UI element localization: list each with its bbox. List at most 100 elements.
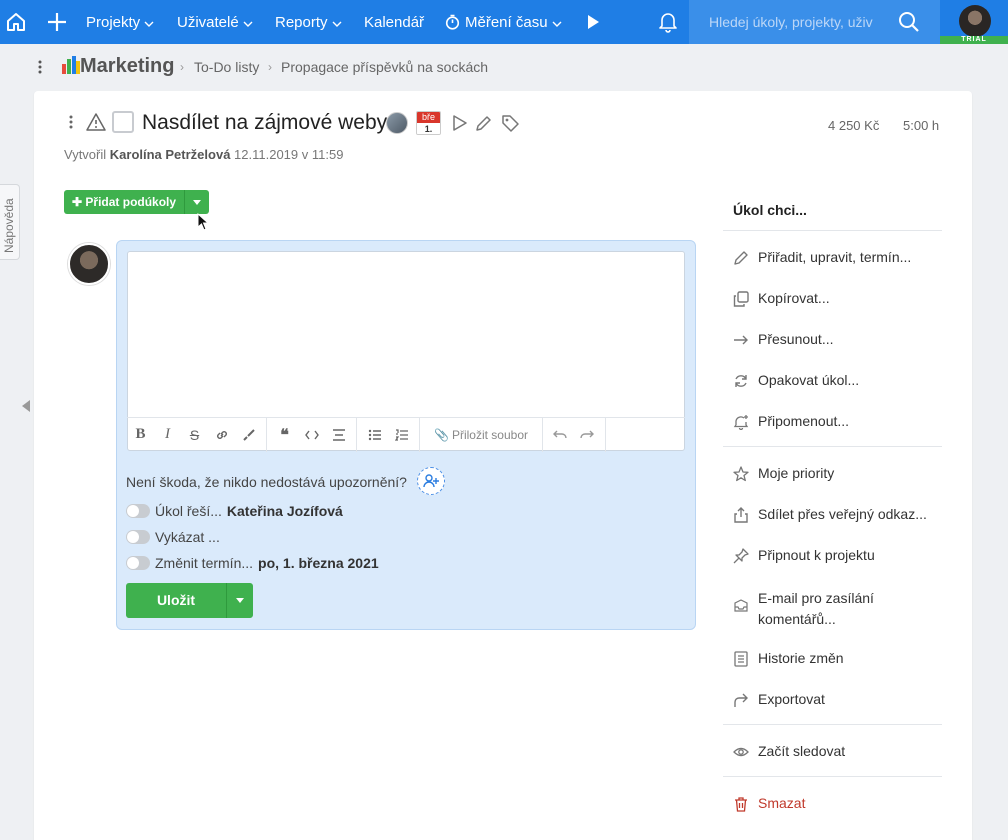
menu-pin[interactable]: Připnout k projektu <box>733 547 943 564</box>
menu-delete[interactable]: Smazat <box>733 795 943 812</box>
menu-assign-edit[interactable]: Přiřadit, upravit, termín... <box>733 249 943 266</box>
bell-plus-icon <box>733 414 749 431</box>
menu-follow[interactable]: Začít sledovat <box>733 743 943 760</box>
add-notify-user-icon[interactable] <box>417 467 445 495</box>
task-complete-checkbox[interactable] <box>112 111 134 133</box>
start-timer-icon[interactable] <box>452 114 468 135</box>
trash-icon <box>733 796 749 812</box>
created-info: Vytvořil Karolína Petrželová 12.11.2019 … <box>64 147 343 162</box>
search-input[interactable] <box>709 14 899 30</box>
nav-label: Měření času <box>465 13 548 31</box>
chevron-down-icon <box>243 14 253 31</box>
save-button[interactable]: Uložit <box>126 583 253 618</box>
menu-history[interactable]: Historie změn <box>733 650 943 667</box>
menu-export[interactable]: Exportovat <box>733 691 943 708</box>
menu-label: E-mail pro zasílání komentářů... <box>758 590 874 627</box>
commenter-avatar <box>68 243 110 285</box>
more-options-icon[interactable] <box>38 60 42 77</box>
italic-icon[interactable]: I <box>154 418 181 452</box>
pin-icon <box>733 548 749 564</box>
align-center-icon[interactable] <box>325 418 352 452</box>
assignee-avatar[interactable] <box>386 112 408 134</box>
bell-icon[interactable] <box>653 7 683 37</box>
menu-label: Kopírovat... <box>758 290 830 306</box>
redo-icon[interactable] <box>574 418 601 452</box>
menu-label: Začít sledovat <box>758 743 846 759</box>
nav-label: Uživatelé <box>177 13 239 31</box>
trial-badge: TRIAL <box>940 36 1008 44</box>
menu-remind[interactable]: Připomenout... <box>733 413 943 431</box>
breadcrumb-project[interactable]: Marketing <box>80 55 174 78</box>
code-icon[interactable] <box>298 418 325 452</box>
breadcrumb-todo-list[interactable]: Propagace příspěvků na sockách <box>281 59 488 75</box>
toggle-row-assignee: Úkol řeší... Kateřina Jozífová <box>126 501 343 521</box>
edit-icon[interactable] <box>475 114 493 135</box>
report-time-toggle[interactable] <box>126 530 150 544</box>
menu-share-link[interactable]: Sdílet přes veřejný odkaz... <box>733 506 943 523</box>
tag-icon[interactable] <box>501 114 520 135</box>
due-month: bře <box>417 112 440 123</box>
bullet-list-icon[interactable] <box>361 418 388 452</box>
task-options-icon[interactable] <box>69 115 73 132</box>
menu-copy[interactable]: Kopírovat... <box>733 290 943 307</box>
side-divider <box>723 446 942 447</box>
warning-icon[interactable] <box>86 113 106 134</box>
inbox-icon <box>733 598 749 614</box>
search-box <box>689 0 940 44</box>
toolbar-divider <box>541 417 543 452</box>
add-subtasks-main[interactable]: ✚ Přidat podúkoly <box>64 190 186 214</box>
quote-icon[interactable]: ❝ <box>271 418 298 452</box>
add-subtasks-dropdown[interactable] <box>185 190 210 214</box>
repeat-icon <box>733 373 749 389</box>
nav-uzivatele[interactable]: Uživatelé <box>177 0 253 44</box>
menu-email-comments[interactable]: E-mail pro zasílání komentářů... <box>733 588 943 630</box>
add-subtasks-button[interactable]: ✚ Přidat podúkoly <box>64 190 210 214</box>
task-title[interactable]: Nasdílet na zájmové weby <box>142 111 387 135</box>
menu-label: Exportovat <box>758 691 825 707</box>
toggle-label: Úkol řeší... <box>155 503 222 519</box>
star-icon <box>733 466 749 482</box>
toggle-value: po, 1. března 2021 <box>258 555 379 571</box>
save-dropdown[interactable] <box>227 583 253 618</box>
save-main[interactable]: Uložit <box>126 583 227 618</box>
due-date-badge[interactable]: bře 1. <box>416 111 441 135</box>
share-icon <box>733 507 749 523</box>
due-day: 1. <box>417 123 440 134</box>
chevron-down-icon <box>144 14 154 31</box>
nav-mereni-casu[interactable]: Měření času <box>445 0 562 44</box>
menu-move[interactable]: Přesunout... <box>733 331 943 348</box>
chevron-down-icon <box>332 14 342 31</box>
link-icon[interactable] <box>208 418 235 452</box>
help-tab[interactable]: Nápověda <box>0 184 20 260</box>
change-deadline-toggle[interactable] <box>126 556 150 570</box>
nav-kalendar[interactable]: Kalendář <box>364 0 424 44</box>
nav-projekty[interactable]: Projekty <box>86 0 154 44</box>
nav-reporty[interactable]: Reporty <box>275 0 342 44</box>
collapse-left-icon[interactable] <box>22 400 30 412</box>
toggle-row-report: Vykázat ... <box>126 527 220 547</box>
chevron-right-icon: › <box>180 60 184 74</box>
task-price: 4 250 Kč <box>828 118 880 133</box>
menu-priorities[interactable]: Moje priority <box>733 465 943 482</box>
undo-icon[interactable] <box>547 418 574 452</box>
menu-label: Přiřadit, upravit, termín... <box>758 249 912 265</box>
menu-repeat[interactable]: Opakovat úkol... <box>733 372 943 389</box>
numbered-list-icon[interactable] <box>388 418 415 452</box>
bold-icon[interactable]: B <box>127 418 154 452</box>
menu-label: Historie změn <box>758 650 844 666</box>
add-subtasks-label: Přidat podúkoly <box>85 195 177 209</box>
search-icon[interactable] <box>898 11 920 33</box>
assignee-toggle[interactable] <box>126 504 150 518</box>
chevron-down-icon <box>552 14 562 31</box>
toolbar-divider <box>356 417 357 452</box>
brush-icon[interactable] <box>235 418 262 452</box>
breadcrumb-todo-lists[interactable]: To-Do listy <box>194 59 259 75</box>
strikethrough-icon[interactable]: S <box>181 418 208 452</box>
toggle-row-deadline: Změnit termín... po, 1. března 2021 <box>126 553 379 573</box>
stopwatch-icon <box>445 14 460 30</box>
home-icon[interactable] <box>1 7 31 37</box>
attach-file-button[interactable]: 📎 Přiložit soubor <box>424 428 538 442</box>
play-icon[interactable] <box>578 7 608 37</box>
help-tab-label: Nápověda <box>2 198 16 253</box>
add-icon[interactable] <box>42 7 72 37</box>
